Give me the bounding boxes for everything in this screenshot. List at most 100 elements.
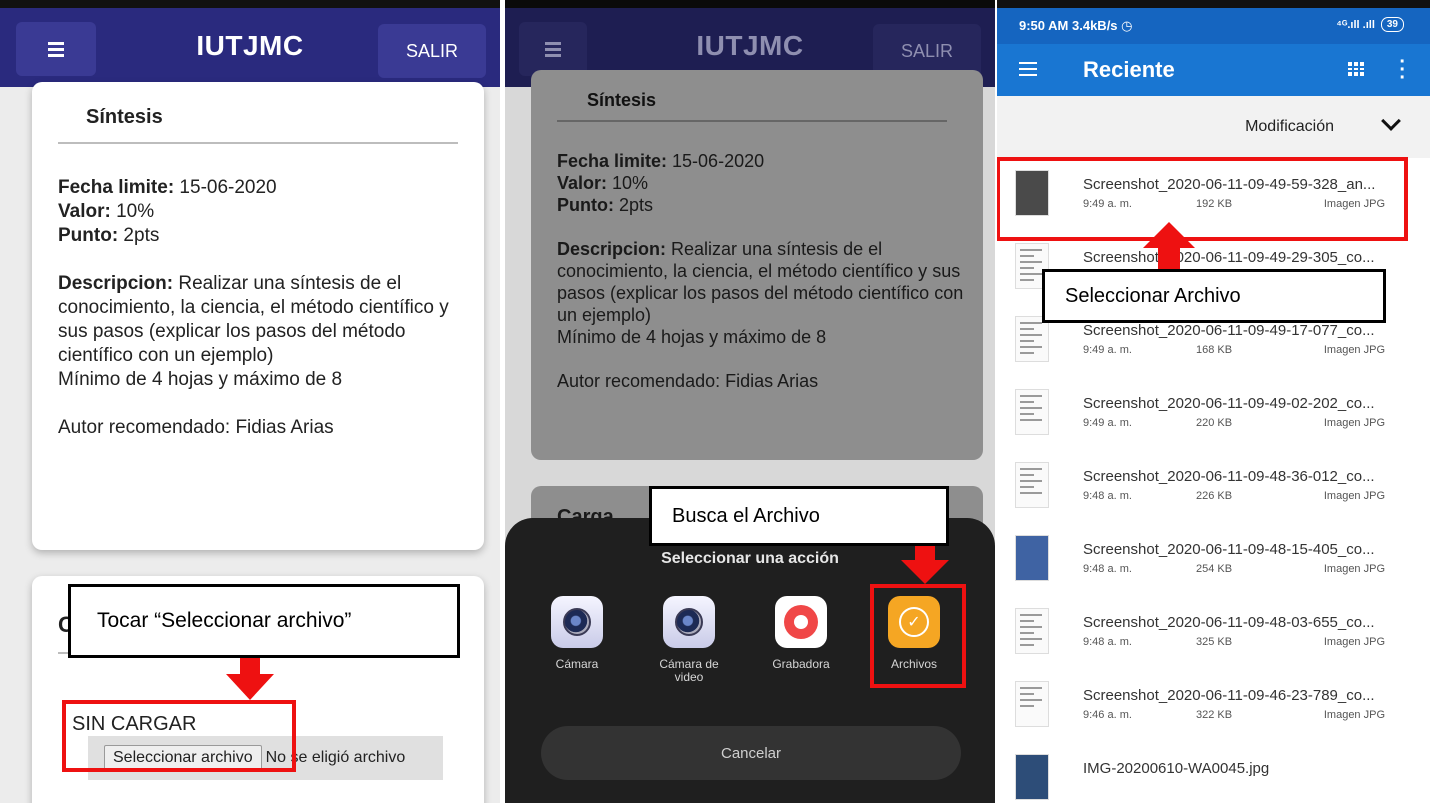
alarm-icon: ◷ <box>1121 18 1133 33</box>
file-name: Screenshot_2020-06-11-09-48-03-655_co... <box>1083 614 1375 631</box>
file-thumbnail <box>1015 681 1049 727</box>
instruction-note: Seleccionar Archivo <box>1042 269 1386 323</box>
panel-file-picker: 9:50 AM 3.4kB/s ◷ ⁴ᴳ.ıll .ıll 39 Recient… <box>997 0 1430 803</box>
recorder-icon <box>775 596 827 648</box>
highlight-rectangle <box>870 584 966 688</box>
author-text: Autor recomendado: Fidias Arias <box>557 371 819 391</box>
instruction-note: Tocar “Seleccionar archivo” <box>68 584 460 658</box>
hamburger-icon[interactable] <box>1019 58 1037 80</box>
value-label: Valor: <box>557 173 608 193</box>
file-type: Imagen JPG <box>1323 417 1385 429</box>
file-type: Imagen JPG <box>1323 709 1385 721</box>
description-label: Descripcion: <box>58 273 174 294</box>
pages-text: Mínimo de 4 hojas y máximo de 8 <box>557 327 827 347</box>
value-value: 10% <box>110 201 155 222</box>
card-title: Síntesis <box>587 90 657 110</box>
file-row[interactable]: Screenshot_2020-06-11-09-46-23-789_co...… <box>997 671 1430 737</box>
file-thumbnail <box>1015 754 1049 800</box>
file-size: 325 KB <box>1196 636 1233 648</box>
arrow-head-icon <box>901 560 949 584</box>
file-row[interactable]: Screenshot_2020-06-11-09-48-03-655_co...… <box>997 598 1430 664</box>
file-thumbnail <box>1015 462 1049 508</box>
file-thumbnail <box>1015 608 1049 654</box>
file-name: Screenshot_2020-06-11-09-46-23-789_co... <box>1083 687 1375 704</box>
action-recorder[interactable]: Grabadora <box>756 596 846 671</box>
deadline-value: 15-06-2020 <box>174 177 277 198</box>
sort-bar[interactable]: Modificación <box>997 96 1430 158</box>
more-options-icon[interactable]: · · · <box>1399 52 1406 88</box>
file-size: 220 KB <box>1196 417 1233 429</box>
files-title: Reciente <box>1083 57 1175 82</box>
points-value: 2pts <box>118 225 160 246</box>
file-size: 254 KB <box>1196 563 1233 575</box>
arrow-stem-icon <box>1158 246 1180 270</box>
task-card: Síntesis Fecha limite: 15-06-2020 Valor:… <box>531 70 983 460</box>
exit-button[interactable]: SALIR <box>378 24 486 78</box>
file-row[interactable]: Screenshot_2020-06-11-09-48-36-012_co...… <box>997 452 1430 518</box>
file-time: 9:49 a. m. <box>1083 344 1132 356</box>
file-time: 9:49 a. m. <box>1083 417 1132 429</box>
sort-label: Modificación <box>1245 118 1334 135</box>
battery-icon: 39 <box>1380 17 1404 32</box>
task-info: Fecha limite: 15-06-2020 Valor: 10% Punt… <box>58 176 478 440</box>
panel-task-view: IUTJMC SALIR Síntesis Fecha limite: 15-0… <box>0 0 500 803</box>
deadline-label: Fecha limite: <box>58 177 175 198</box>
card-divider <box>58 142 458 144</box>
points-label: Punto: <box>58 225 119 246</box>
camera-icon <box>551 596 603 648</box>
action-label: Grabadora <box>772 657 830 671</box>
task-card: Síntesis Fecha limite: 15-06-2020 Valor:… <box>32 82 484 550</box>
action-video-camera[interactable]: Cámara de video <box>644 596 734 684</box>
file-row[interactable]: Screenshot_2020-06-11-09-48-15-405_co...… <box>997 525 1430 591</box>
file-thumbnail <box>1015 389 1049 435</box>
arrow-head-icon <box>226 674 274 700</box>
panel-action-sheet: IUTJMC SALIR Síntesis Fecha limite: 15-0… <box>505 0 995 803</box>
highlight-rectangle <box>997 157 1408 241</box>
value-label: Valor: <box>58 201 111 222</box>
file-type: Imagen JPG <box>1323 344 1385 356</box>
file-name: IMG-20200610-WA0045.jpg <box>1083 760 1270 777</box>
file-name: Screenshot_2020-06-11-09-48-36-012_co... <box>1083 468 1375 485</box>
file-row[interactable]: IMG-20200610-WA0045.jpg <box>997 744 1430 803</box>
file-size: 226 KB <box>1196 490 1233 502</box>
author-text: Autor recomendado: Fidias Arias <box>58 417 334 438</box>
signal-icon: ⁴ᴳ.ıll .ıll <box>1336 18 1375 31</box>
instruction-note: Busca el Archivo <box>649 486 949 546</box>
card-divider <box>557 120 947 122</box>
arrow-up-icon <box>1143 222 1195 248</box>
points-label: Punto: <box>557 195 614 215</box>
pages-text: Mínimo de 4 hojas y máximo de 8 <box>58 369 343 390</box>
deadline-label: Fecha limite: <box>557 151 668 171</box>
action-label: Cámara <box>555 657 599 671</box>
file-type: Imagen JPG <box>1323 563 1385 575</box>
file-row[interactable]: Screenshot_2020-06-11-09-49-02-202_co...… <box>997 379 1430 445</box>
grid-view-icon[interactable] <box>1348 62 1364 76</box>
video-camera-icon <box>663 596 715 648</box>
description-label: Descripcion: <box>557 239 667 259</box>
files-toolbar: Reciente · · · <box>997 44 1430 96</box>
action-label: Cámara de video <box>659 657 719 684</box>
action-camera[interactable]: Cámara <box>532 596 622 671</box>
file-name: Screenshot_2020-06-11-09-49-02-202_co... <box>1083 395 1375 412</box>
file-type: Imagen JPG <box>1323 490 1385 502</box>
card-title: Síntesis <box>86 106 163 128</box>
deadline-value: 15-06-2020 <box>667 151 765 171</box>
file-time: 9:48 a. m. <box>1083 563 1132 575</box>
task-info: Fecha limite: 15-06-2020 Valor: 10% Punt… <box>557 150 977 392</box>
points-value: 2pts <box>613 195 654 215</box>
cancel-button[interactable]: Cancelar <box>541 726 961 780</box>
file-name: Screenshot_2020-06-11-09-49-17-077_co... <box>1083 322 1375 339</box>
chevron-down-icon[interactable] <box>1381 111 1401 131</box>
status-speed: 3.4kB/s <box>1072 18 1118 33</box>
status-bar: 9:50 AM 3.4kB/s ◷ ⁴ᴳ.ıll .ıll 39 <box>997 0 1430 44</box>
file-thumbnail <box>1015 535 1049 581</box>
file-name: Screenshot_2020-06-11-09-48-15-405_co... <box>1083 541 1375 558</box>
file-type: Imagen JPG <box>1323 636 1385 648</box>
status-time: 9:50 AM <box>1019 18 1069 33</box>
file-time: 9:48 a. m. <box>1083 490 1132 502</box>
file-size: 322 KB <box>1196 709 1233 721</box>
file-name: Screenshot_2020-06-11-09-49-29-305_co... <box>1083 249 1375 266</box>
app-header: IUTJMC SALIR <box>0 0 500 87</box>
file-time: 9:46 a. m. <box>1083 709 1132 721</box>
file-time: 9:48 a. m. <box>1083 636 1132 648</box>
